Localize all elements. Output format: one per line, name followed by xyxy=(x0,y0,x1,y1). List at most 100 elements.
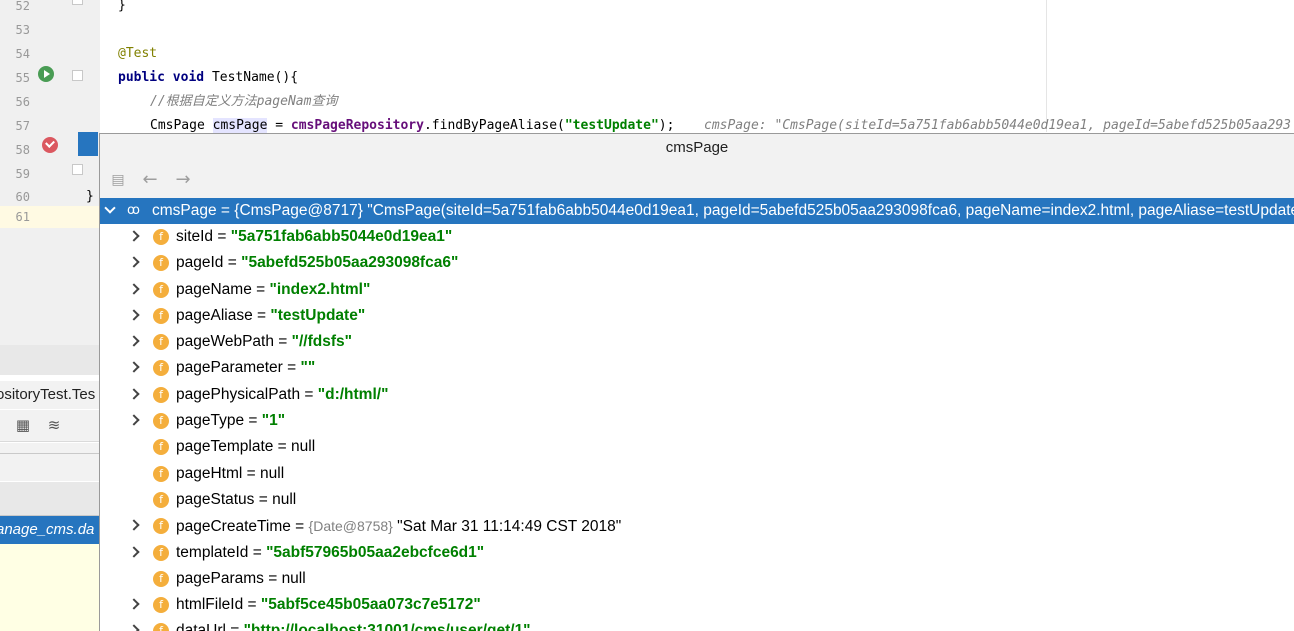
tree-field-node[interactable]: f pageTemplate = null xyxy=(100,434,1294,460)
field-operator: = xyxy=(282,359,301,377)
tree-field-node[interactable]: f pageId = "5abefd525b05aa293098fca6" xyxy=(100,250,1294,276)
popup-toolbar: ▤ ← → xyxy=(100,162,1294,198)
chevron-right-icon[interactable] xyxy=(128,309,140,321)
fold-marker-icon[interactable] xyxy=(72,0,83,5)
filter-icon[interactable]: ≋ xyxy=(46,417,62,433)
chevron-right-icon[interactable] xyxy=(128,598,140,610)
code-text: } xyxy=(118,0,126,13)
code-line[interactable]: 55 public void TestName(){ xyxy=(0,66,1294,90)
field-icon: f xyxy=(153,570,169,587)
run-panel-title-text: ositoryTest.Tes xyxy=(0,386,96,403)
tree-field-node[interactable]: f pageCreateTime = {Date@8758} "Sat Mar 3… xyxy=(100,513,1294,539)
method-signature: public void TestName(){ xyxy=(118,66,298,90)
field-operator: = xyxy=(273,438,292,456)
field-icon: f xyxy=(153,360,169,377)
field-name: pageWebPath xyxy=(176,333,274,351)
tree-field-node[interactable]: f siteId = "5a751fab6abb5044e0d19ea1" xyxy=(100,224,1294,250)
line-number: 54 xyxy=(15,47,30,61)
field-icon: f xyxy=(153,597,169,614)
line-number: 59 xyxy=(15,167,30,181)
field-text: templateId = "5abf57965b05aa2ebcfce6d1" xyxy=(176,540,484,566)
tree-root-node[interactable]: oo cmsPage = {CmsPage@8717} "CmsPage(sit… xyxy=(100,198,1294,224)
field-operator: = xyxy=(252,306,271,324)
line-number: 53 xyxy=(15,23,30,37)
debug-value-popup[interactable]: cmsPage ▤ ← → oo cmsPage = {CmsPage@8717… xyxy=(99,133,1294,631)
field-value: "testUpdate" xyxy=(270,306,366,324)
run-test-icon[interactable] xyxy=(38,66,54,82)
code-line[interactable]: 54 @Test xyxy=(0,42,1294,66)
tree-field-node[interactable]: f pageAliase = "testUpdate" xyxy=(100,303,1294,329)
field-name: pageParameter xyxy=(176,359,283,377)
fold-marker-icon[interactable] xyxy=(72,70,83,81)
field-name: pageHtml xyxy=(176,464,243,482)
tree-field-node[interactable]: f templateId = "5abf57965b05aa2ebcfce6d1" xyxy=(100,540,1294,566)
field-text: siteId = "5a751fab6abb5044e0d19ea1" xyxy=(176,224,452,250)
chevron-right-icon[interactable] xyxy=(128,545,140,558)
panel-content-area xyxy=(0,544,100,631)
selected-tree-item[interactable]: anage_cms.da xyxy=(0,516,100,544)
field-value: "" xyxy=(300,359,316,377)
run-panel-title[interactable]: ositoryTest.Tes xyxy=(0,381,100,409)
chevron-right-icon[interactable] xyxy=(128,361,140,374)
tree-field-node[interactable]: f dataUrl = "http://localhost:31001/cms/u… xyxy=(100,618,1294,631)
field-value: "Sat Mar 31 11:14:49 CST 2018" xyxy=(392,518,622,536)
field-icon: f xyxy=(153,281,169,298)
code-line[interactable]: 56 //根据自定义方法pageNam查询 xyxy=(0,90,1294,114)
field-text: pageWebPath = "//fdsfs" xyxy=(176,329,352,355)
tree-field-node[interactable]: f pageParameter = "" xyxy=(100,355,1294,381)
field-icon: f xyxy=(153,307,169,324)
chevron-right-icon[interactable] xyxy=(128,282,140,295)
breakpoint-icon[interactable] xyxy=(42,137,58,153)
chevron-right-icon[interactable] xyxy=(128,624,140,631)
field-name: pageTemplate xyxy=(176,438,274,456)
field-value: "5a751fab6abb5044e0d19ea1" xyxy=(230,228,453,245)
code-line[interactable]: 53 xyxy=(0,18,1294,42)
panel-header xyxy=(0,453,100,481)
comment-text: //根据自定义方法pageNam查询 xyxy=(150,94,338,109)
table-icon[interactable]: ▦ xyxy=(15,417,31,433)
field-operator: = xyxy=(223,254,242,272)
tree-field-node[interactable]: f pageName = "index2.html" xyxy=(100,277,1294,303)
field-name: dataUrl xyxy=(176,622,226,631)
tree-field-node[interactable]: f pageParams = null xyxy=(100,566,1294,592)
field-name: pageAliase xyxy=(176,306,253,324)
field-operator: = xyxy=(244,412,262,430)
chevron-right-icon[interactable] xyxy=(128,256,140,268)
field-operator: = xyxy=(243,596,261,614)
code-line[interactable]: 52 } xyxy=(0,0,1294,18)
chevron-right-icon[interactable] xyxy=(128,335,140,347)
tree-field-node[interactable]: f pagePhysicalPath = "d:/html/" xyxy=(100,382,1294,408)
chevron-right-icon[interactable] xyxy=(128,230,140,242)
field-operator: = xyxy=(290,518,309,536)
field-text: pageParams = null xyxy=(176,566,306,592)
tree-field-node[interactable]: f pageWebPath = "//fdsfs" xyxy=(100,329,1294,355)
field-text: pageName = "index2.html" xyxy=(176,277,370,303)
bookmark-icon[interactable]: ▤ xyxy=(108,170,128,190)
chevron-right-icon[interactable] xyxy=(128,519,140,531)
tree-field-node[interactable]: f pageHtml = null xyxy=(100,461,1294,487)
tree-field-node[interactable]: f htmlFileId = "5abf5ce45b05aa073c7e5172" xyxy=(100,592,1294,618)
field-operator: = xyxy=(273,333,292,351)
field-reference: {Date@8758} xyxy=(308,518,393,535)
root-value-text: cmsPage = {CmsPage@8717} "CmsPage(siteId… xyxy=(152,202,1294,219)
field-operator: = xyxy=(300,385,318,403)
chevron-right-icon[interactable] xyxy=(128,414,140,426)
field-icon: f xyxy=(153,255,169,272)
field-icon: f xyxy=(153,439,169,456)
tree-field-node[interactable]: f pageType = "1" xyxy=(100,408,1294,434)
fold-marker-icon[interactable] xyxy=(72,164,83,175)
field-value: null xyxy=(260,464,285,482)
chevron-right-icon[interactable] xyxy=(128,388,140,400)
variables-tree[interactable]: oo cmsPage = {CmsPage@8717} "CmsPage(sit… xyxy=(100,198,1294,631)
field-icon: f xyxy=(153,386,169,403)
field-name: pageStatus xyxy=(176,490,255,508)
field-operator: = xyxy=(251,280,270,298)
tree-field-node[interactable]: f pageStatus = null xyxy=(100,487,1294,513)
field-icon: f xyxy=(153,413,169,430)
field-name: pageName xyxy=(176,280,252,298)
back-arrow-icon[interactable]: ← xyxy=(140,170,160,190)
line-number: 61 xyxy=(15,210,30,224)
field-text: pageType = "1" xyxy=(176,408,285,434)
forward-arrow-icon[interactable]: → xyxy=(173,170,193,190)
chevron-down-icon[interactable] xyxy=(104,202,116,214)
